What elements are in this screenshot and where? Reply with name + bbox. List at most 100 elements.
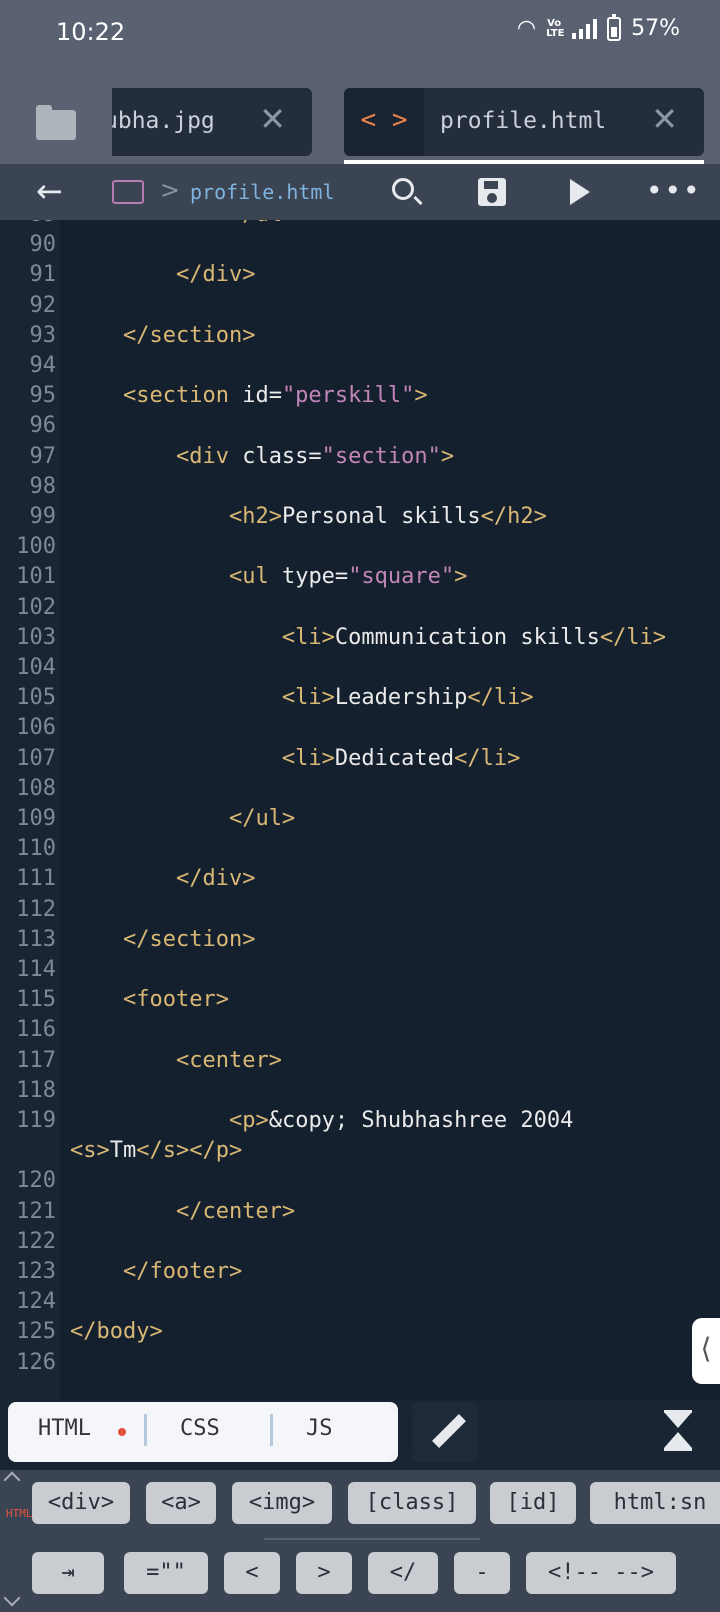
code-line[interactable]: 103 <li>Communication skills</li> xyxy=(0,625,720,656)
code-line[interactable]: 90 xyxy=(0,232,720,263)
code-line[interactable]: 105 <li>Leadership</li> xyxy=(0,685,720,716)
code-line[interactable]: 96 xyxy=(0,413,720,444)
folder-outline-icon[interactable] xyxy=(112,180,144,204)
code-text: <h2>Personal skills</h2> xyxy=(70,504,547,529)
save-icon[interactable] xyxy=(478,178,506,206)
snippet-chip[interactable]: html:sn xyxy=(590,1482,720,1524)
line-number: 93 xyxy=(29,322,57,348)
code-line[interactable]: 120 xyxy=(0,1168,720,1199)
code-line[interactable]: 102 xyxy=(0,595,720,626)
edit-button[interactable] xyxy=(412,1402,478,1462)
code-line[interactable]: 125 </body> xyxy=(0,1319,720,1350)
code-line[interactable]: 118 xyxy=(0,1078,720,1109)
snippet-chip[interactable]: <!-- --> xyxy=(526,1552,676,1594)
code-line[interactable]: 97 <div class="section"> xyxy=(0,444,720,475)
snippet-chip[interactable]: <div> xyxy=(32,1482,130,1524)
code-line[interactable]: 112 xyxy=(0,897,720,928)
code-line[interactable]: 119 <p>&copy; Shubhashree 2004 xyxy=(0,1108,720,1139)
code-line[interactable]: 110 xyxy=(0,836,720,867)
code-line[interactable]: 109 </ul> xyxy=(0,806,720,837)
chevron-down-icon[interactable] xyxy=(3,1589,21,1607)
search-icon[interactable] xyxy=(392,178,414,200)
code-line[interactable]: 122 xyxy=(0,1229,720,1260)
breadcrumb-file[interactable]: profile.html xyxy=(190,180,335,204)
code-token: </div> xyxy=(175,262,256,288)
lang-tab-js[interactable]: JS xyxy=(306,1416,333,1441)
code-line[interactable]: 115 <footer> xyxy=(0,987,720,1018)
snippet-chip[interactable]: </ xyxy=(368,1552,438,1594)
code-token: > xyxy=(414,383,428,409)
code-line[interactable]: 99 <h2>Personal skills</h2> xyxy=(0,504,720,535)
lang-tab-html[interactable]: HTML xyxy=(38,1416,91,1441)
line-number: 95 xyxy=(29,383,57,409)
code-text: </div> xyxy=(70,866,255,891)
code-line[interactable]: 95 <section id="perskill"> xyxy=(0,383,720,414)
snippet-chip[interactable]: [id] xyxy=(490,1482,576,1524)
side-panel-handle[interactable]: ⟨ xyxy=(692,1318,720,1384)
file-explorer-button[interactable] xyxy=(0,88,112,164)
collapse-icon[interactable] xyxy=(660,1406,700,1456)
line-number: 110 xyxy=(16,836,56,862)
code-line[interactable]: 114 xyxy=(0,957,720,988)
code-text: </section> xyxy=(70,927,255,952)
more-options-icon[interactable]: ••• xyxy=(646,174,702,207)
run-icon[interactable] xyxy=(570,179,590,205)
code-line[interactable]: 117 <center> xyxy=(0,1048,720,1079)
chevron-up-icon[interactable] xyxy=(3,1471,21,1489)
code-line[interactable]: 104 xyxy=(0,655,720,686)
code-token: "square" xyxy=(348,564,455,590)
code-line[interactable]: 94 xyxy=(0,353,720,384)
snippet-chip[interactable]: [class] xyxy=(348,1482,476,1524)
snippet-chip[interactable]: <img> xyxy=(232,1482,332,1524)
line-number: 105 xyxy=(16,685,56,711)
code-text: </ul> xyxy=(70,806,295,831)
code-token: </ul> xyxy=(228,806,296,831)
close-tab-icon[interactable]: ✕ xyxy=(259,100,286,138)
code-line[interactable]: 101 <ul type="square"> xyxy=(0,564,720,595)
code-line[interactable]: 98 xyxy=(0,474,720,505)
unsaved-dot-icon xyxy=(118,1428,126,1436)
code-line[interactable]: <s>Tm</s></p> xyxy=(0,1138,720,1169)
code-token: <footer> xyxy=(122,987,229,1013)
code-line[interactable]: 113 </section> xyxy=(0,927,720,958)
snippet-chip[interactable]: <a> xyxy=(146,1482,216,1524)
code-line[interactable]: 107 <li>Dedicated</li> xyxy=(0,746,720,777)
code-line[interactable]: 126 xyxy=(0,1350,720,1381)
snippet-chip[interactable]: - xyxy=(454,1552,510,1594)
code-line[interactable]: 123 </footer> xyxy=(0,1259,720,1290)
line-number: 117 xyxy=(16,1047,56,1073)
code-text: <div class="section"> xyxy=(70,444,454,469)
snippet-chip[interactable]: < xyxy=(224,1552,280,1594)
line-number: 99 xyxy=(29,504,57,529)
divider xyxy=(144,1414,147,1446)
code-line[interactable]: 116 xyxy=(0,1017,720,1048)
line-number: 91 xyxy=(29,262,57,288)
code-token: Leadership xyxy=(334,685,468,711)
code-line[interactable]: 92 xyxy=(0,293,720,324)
snippet-chip[interactable]: ⇥ xyxy=(32,1552,104,1594)
tab-profile-html[interactable]: < > profile.html ✕ xyxy=(344,88,704,156)
code-line[interactable]: 93 </section> xyxy=(0,323,720,354)
code-line[interactable]: 108 xyxy=(0,776,720,807)
code-line[interactable]: 121 </center> xyxy=(0,1199,720,1230)
code-token: </body> xyxy=(70,1319,163,1345)
back-arrow-icon[interactable]: ← xyxy=(36,172,63,210)
pencil-icon xyxy=(432,1414,466,1448)
tab-image-file[interactable]: ubha.jpg ✕ xyxy=(78,88,312,156)
code-line[interactable]: 91 </div> xyxy=(0,262,720,293)
code-line[interactable]: 124 xyxy=(0,1289,720,1320)
snippet-chip[interactable]: > xyxy=(296,1552,352,1594)
close-tab-icon[interactable]: ✕ xyxy=(651,100,678,138)
code-line[interactable]: 106 xyxy=(0,715,720,746)
code-line[interactable]: 111 </div> xyxy=(0,866,720,897)
lang-tab-css[interactable]: CSS xyxy=(180,1416,220,1441)
code-line[interactable]: 89 </ul> xyxy=(0,220,720,233)
snippet-chip[interactable]: ="" xyxy=(124,1552,208,1594)
code-editor[interactable]: 89 </ul>9091 </div>9293 </section>9495 <… xyxy=(0,220,720,1400)
code-token: <section xyxy=(122,383,229,409)
code-line[interactable]: 100 xyxy=(0,534,720,565)
